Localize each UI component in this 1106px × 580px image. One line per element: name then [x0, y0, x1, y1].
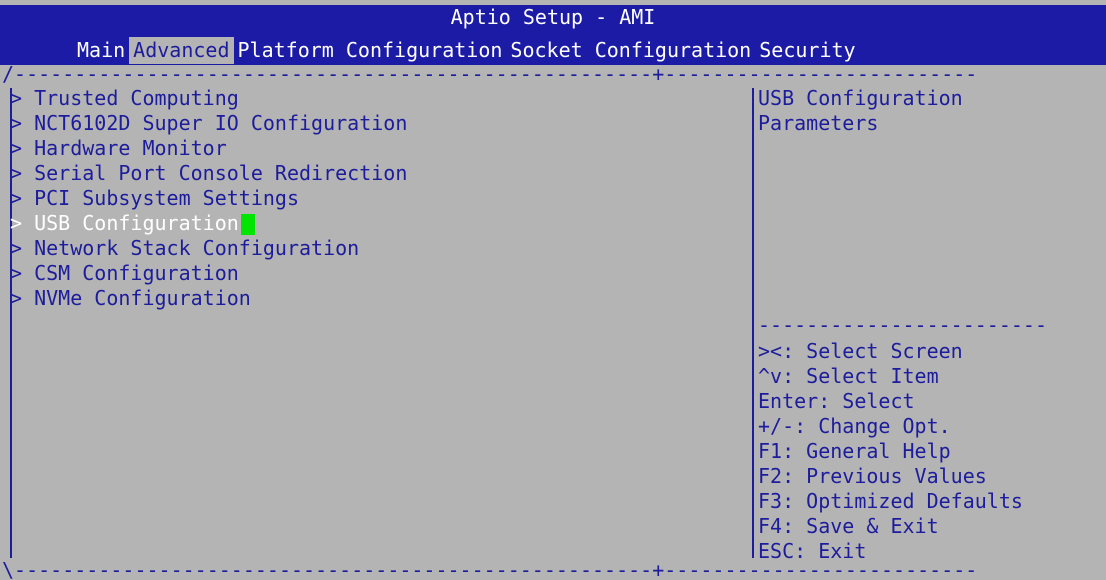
- menu-list: > Trusted Computing > NCT6102D Super IO …: [10, 86, 730, 311]
- key-general-help: F1: General Help: [758, 439, 951, 463]
- menu-item-label: > Hardware Monitor: [10, 136, 227, 160]
- key-select-screen: ><: Select Screen: [758, 339, 963, 363]
- menu-item-label: > Serial Port Console Redirection: [10, 161, 408, 185]
- menu-item-label: > NCT6102D Super IO Configuration: [10, 111, 408, 135]
- help-line: USB Configuration: [758, 86, 963, 110]
- key-change-option: +/-: Change Opt.: [758, 414, 951, 438]
- menu-item-serial-port-console-redirection[interactable]: > Serial Port Console Redirection: [10, 161, 730, 186]
- menu-item-super-io-configuration[interactable]: > NCT6102D Super IO Configuration: [10, 111, 730, 136]
- menu-item-hardware-monitor[interactable]: > Hardware Monitor: [10, 136, 730, 161]
- menu-item-label: > Trusted Computing: [10, 86, 239, 110]
- menu-item-pci-subsystem-settings[interactable]: > PCI Subsystem Settings: [10, 186, 730, 211]
- help-separator: ------------------------: [758, 313, 1047, 337]
- panel-divider: [752, 88, 754, 558]
- bios-setup-screen: Aptio Setup - AMI Main Advanced Platform C…: [0, 0, 1106, 580]
- key-save-exit: F4: Save & Exit: [758, 514, 939, 538]
- tab-platform-configuration[interactable]: Platform Configuration: [234, 37, 507, 64]
- tab-main[interactable]: Main: [73, 37, 129, 64]
- menu-item-csm-configuration[interactable]: > CSM Configuration: [10, 261, 730, 286]
- key-optimized-defaults: F3: Optimized Defaults: [758, 489, 1023, 513]
- window-title: Aptio Setup - AMI: [450, 5, 656, 29]
- menu-item-label: > PCI Subsystem Settings: [10, 186, 299, 210]
- tab-security[interactable]: Security: [755, 37, 859, 64]
- key-select-item: ^v: Select Item: [758, 364, 939, 388]
- help-panel: USB Configuration Parameters: [758, 86, 1098, 136]
- top-border: /---------------------------------------…: [2, 62, 978, 86]
- menu-item-label: > USB Configuration: [10, 211, 239, 235]
- key-enter-select: Enter: Select: [758, 389, 915, 413]
- menu-item-trusted-computing[interactable]: > Trusted Computing: [10, 86, 730, 111]
- menu-item-nvme-configuration[interactable]: > NVMe Configuration: [10, 286, 730, 311]
- title-bar: Aptio Setup - AMI Main Advanced Platform C…: [0, 5, 1106, 65]
- menu-item-label: > NVMe Configuration: [10, 286, 251, 310]
- bottom-border: \---------------------------------------…: [2, 558, 978, 580]
- tab-advanced[interactable]: Advanced: [129, 37, 234, 64]
- menu-item-label: > CSM Configuration: [10, 261, 239, 285]
- help-line: Parameters: [758, 111, 879, 135]
- menu-item-label: > Network Stack Configuration: [10, 236, 360, 260]
- tab-bar: Main Advanced Platform Configuration Socket…: [73, 37, 860, 64]
- menu-item-usb-configuration[interactable]: > USB Configuration: [10, 211, 730, 236]
- text-cursor: [240, 214, 255, 235]
- menu-item-network-stack-configuration[interactable]: > Network Stack Configuration: [10, 236, 730, 261]
- key-legend: ><: Select Screen ^v: Select Item Enter:…: [758, 339, 1098, 564]
- key-previous-values: F2: Previous Values: [758, 464, 987, 488]
- tab-socket-configuration[interactable]: Socket Configuration: [506, 37, 755, 64]
